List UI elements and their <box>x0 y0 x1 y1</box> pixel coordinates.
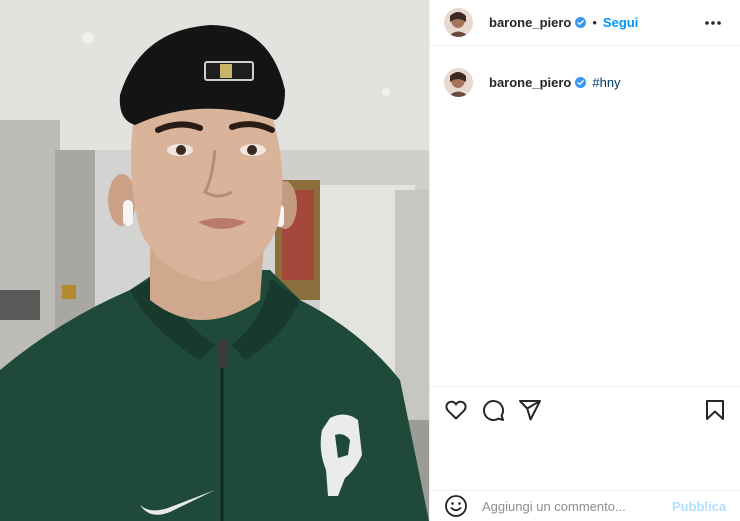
post-actions <box>444 398 734 424</box>
bookmark-icon[interactable] <box>703 398 727 422</box>
avatar[interactable] <box>444 8 473 37</box>
verified-badge-icon <box>575 17 587 28</box>
comment-icon[interactable] <box>481 398 505 422</box>
separator-dot: • <box>592 15 597 30</box>
post-image <box>0 0 429 521</box>
heart-icon[interactable] <box>444 398 468 422</box>
verified-badge-icon <box>575 77 587 88</box>
post-side-panel: barone_piero • Segui barone_piero #hny A… <box>429 0 740 521</box>
publish-button[interactable]: Pubblica <box>672 499 726 514</box>
comment-input[interactable] <box>482 498 662 514</box>
comment-form: Pubblica <box>430 490 740 521</box>
actions-divider <box>430 386 740 387</box>
more-horizontal-icon[interactable] <box>703 13 723 33</box>
caption-avatar[interactable] <box>444 68 473 97</box>
send-icon[interactable] <box>518 398 542 422</box>
follow-button[interactable]: Segui <box>603 15 638 30</box>
post-header: barone_piero • Segui <box>430 0 740 46</box>
post-caption: barone_piero #hny <box>444 68 621 97</box>
header-username[interactable]: barone_piero <box>489 15 571 30</box>
post-dialog: barone_piero • Segui barone_piero #hny A… <box>0 0 740 521</box>
caption-hashtag[interactable]: #hny <box>592 75 620 90</box>
post-photo[interactable] <box>0 0 429 521</box>
caption-username[interactable]: barone_piero <box>489 75 571 90</box>
emoji-icon[interactable] <box>444 494 468 518</box>
